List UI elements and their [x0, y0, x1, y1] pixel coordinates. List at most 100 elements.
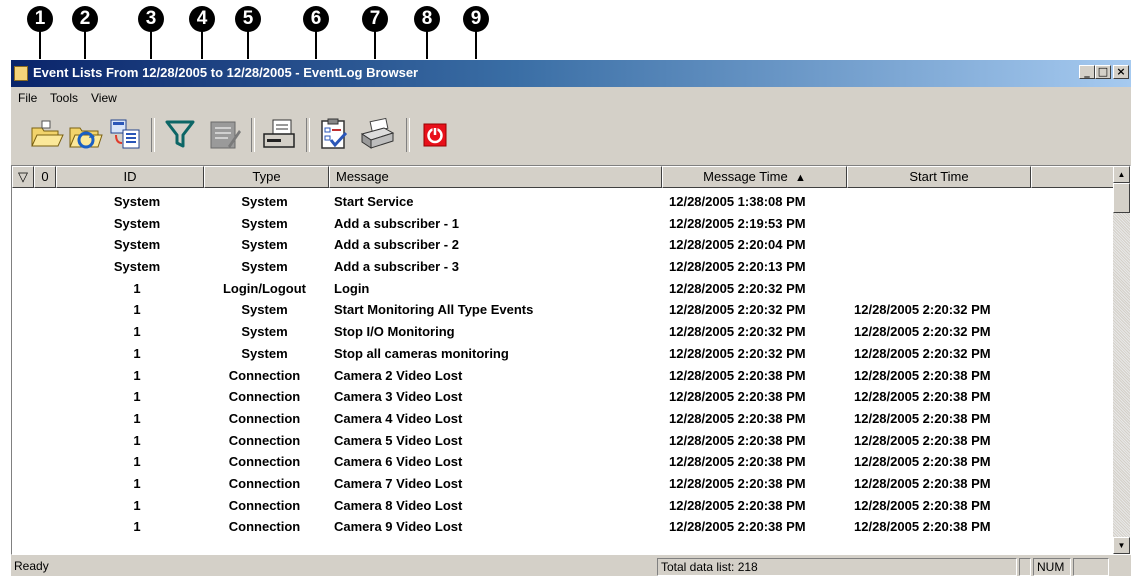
- menu-file[interactable]: File: [18, 91, 37, 105]
- title-bar[interactable]: Event Lists From 12/28/2005 to 12/28/200…: [11, 60, 1131, 87]
- cell-id: 1: [133, 454, 141, 470]
- cell-start-time: 12/28/2005 2:20:38 PM: [854, 454, 991, 470]
- cell-id: System: [113, 194, 161, 209]
- status-num: NUM: [1033, 558, 1071, 576]
- menu-view[interactable]: View: [91, 91, 117, 105]
- scroll-down-button[interactable]: ▼: [1113, 537, 1130, 554]
- sort-ascending-icon: ▲: [794, 172, 806, 184]
- column-attach[interactable]: 0: [34, 166, 56, 188]
- cell-type: Login/Logout: [222, 280, 307, 296]
- copy-list-icon: [110, 119, 140, 149]
- column-filter[interactable]: ▽: [12, 166, 34, 188]
- cell-start-time: 12/28/2005 2:20:32 PM: [854, 324, 991, 340]
- cell-type: Connection: [228, 475, 301, 491]
- cell-message: Stop I/O Monitoring: [334, 324, 455, 340]
- column-message-time[interactable]: Message Time ▲: [662, 166, 847, 188]
- cell-message: Camera 9 Video Lost: [334, 519, 463, 535]
- cell-message-time: 12/28/2005 2:20:38 PM: [669, 519, 806, 535]
- checklist-icon: [321, 118, 348, 149]
- status-blank-1: [1019, 558, 1031, 576]
- cell-id: 1: [133, 302, 141, 318]
- column-id[interactable]: ID: [56, 166, 204, 188]
- cell-type: Connection: [228, 432, 301, 448]
- vertical-scrollbar[interactable]: ▲ ▼: [1113, 166, 1130, 554]
- cell-start-time: 12/28/2005 2:20:38 PM: [854, 389, 991, 405]
- callout-2: 2: [67, 6, 103, 60]
- column-filler: [1031, 166, 1115, 188]
- cell-type: System: [241, 345, 288, 361]
- cell-message: Add a subscriber - 1: [334, 215, 459, 231]
- exit-button[interactable]: [416, 116, 452, 152]
- cell-message-time: 12/28/2005 2:20:38 PM: [669, 497, 806, 513]
- cell-id: 1: [133, 367, 141, 383]
- column-message-time-label: Message Time: [703, 169, 788, 184]
- cell-start-time: 12/28/2005 2:20:38 PM: [854, 519, 991, 535]
- cell-message: Add a subscriber - 3: [334, 259, 459, 275]
- refresh-icon: [69, 127, 103, 149]
- cell-message-time: 12/28/2005 2:20:38 PM: [669, 410, 806, 426]
- column-type[interactable]: Type: [204, 166, 329, 188]
- minimize-button[interactable]: _: [1079, 65, 1095, 79]
- cell-message-time: 12/28/2005 2:19:53 PM: [669, 215, 806, 231]
- cell-id: 1: [133, 280, 141, 296]
- cell-message-time: 12/28/2005 2:20:38 PM: [669, 432, 806, 448]
- cell-message: Camera 4 Video Lost: [334, 410, 463, 426]
- close-button[interactable]: ×: [1113, 65, 1129, 79]
- filter-button[interactable]: [162, 116, 198, 152]
- event-list[interactable]: ▽ 0 ID Type Message Message Time ▲ Start…: [11, 165, 1131, 555]
- cell-message: Camera 7 Video Lost: [334, 475, 463, 491]
- cell-message-time: 12/28/2005 2:20:04 PM: [669, 237, 806, 253]
- cell-type: Connection: [228, 367, 301, 383]
- power-icon: [423, 123, 447, 147]
- maximize-button[interactable]: □: [1095, 65, 1111, 79]
- cell-id: 1: [133, 519, 141, 535]
- cell-message: Camera 5 Video Lost: [334, 432, 463, 448]
- callout-6: 6: [298, 6, 334, 60]
- column-message[interactable]: Message: [329, 166, 662, 188]
- callout-1: 1: [22, 6, 58, 60]
- refresh-button[interactable]: [67, 116, 103, 152]
- cell-type: Connection: [228, 410, 301, 426]
- scroll-up-button[interactable]: ▲: [1113, 166, 1130, 183]
- callout-8: 8: [409, 6, 445, 60]
- cell-start-time: 12/28/2005 2:20:38 PM: [854, 410, 991, 426]
- note-button[interactable]: [206, 116, 242, 152]
- menu-tools[interactable]: Tools: [50, 91, 78, 105]
- filter-icon: [165, 120, 195, 148]
- window-title: Event Lists From 12/28/2005 to 12/28/200…: [33, 65, 419, 80]
- cell-id: 1: [133, 345, 141, 361]
- cell-id: 1: [133, 432, 141, 448]
- cell-message: Stop all cameras monitoring: [334, 345, 509, 361]
- print-button[interactable]: [359, 116, 395, 152]
- cell-message-time: 12/28/2005 2:20:32 PM: [669, 324, 806, 340]
- checklist-button[interactable]: [316, 116, 352, 152]
- status-ready: Ready: [14, 559, 49, 573]
- cell-message: Camera 6 Video Lost: [334, 454, 463, 470]
- column-start-time[interactable]: Start Time: [847, 166, 1031, 188]
- cell-message: Start Monitoring All Type Events: [334, 302, 534, 318]
- cell-message: Add a subscriber - 2: [334, 237, 459, 253]
- cell-start-time: 12/28/2005 2:20:32 PM: [854, 302, 991, 318]
- callout-4: 4: [184, 6, 220, 60]
- cell-message-time: 12/28/2005 2:20:38 PM: [669, 475, 806, 491]
- scroll-thumb[interactable]: [1113, 183, 1130, 213]
- export-button[interactable]: [261, 116, 297, 152]
- cell-message: Login: [334, 280, 370, 296]
- export-icon: [263, 119, 295, 148]
- cell-message-time: 12/28/2005 2:20:13 PM: [669, 259, 806, 275]
- cell-message-time: 12/28/2005 1:38:08 PM: [669, 194, 806, 209]
- copy-list-button[interactable]: [107, 116, 143, 152]
- cell-start-time: 12/28/2005 2:20:38 PM: [854, 475, 991, 491]
- cell-type: System: [241, 215, 288, 231]
- cell-id: 1: [133, 389, 141, 405]
- open-button[interactable]: [28, 116, 64, 152]
- cell-start-time: 12/28/2005 2:20:38 PM: [854, 432, 991, 448]
- cell-type: System: [241, 237, 288, 253]
- cell-message-time: 12/28/2005 2:20:32 PM: [669, 302, 806, 318]
- cell-start-time: 12/28/2005 2:20:38 PM: [854, 497, 991, 513]
- cell-type: System: [241, 259, 288, 275]
- toolbar: [11, 110, 1131, 160]
- cell-id: System: [113, 259, 161, 275]
- cell-type: Connection: [228, 497, 301, 513]
- cell-message: Camera 3 Video Lost: [334, 389, 463, 405]
